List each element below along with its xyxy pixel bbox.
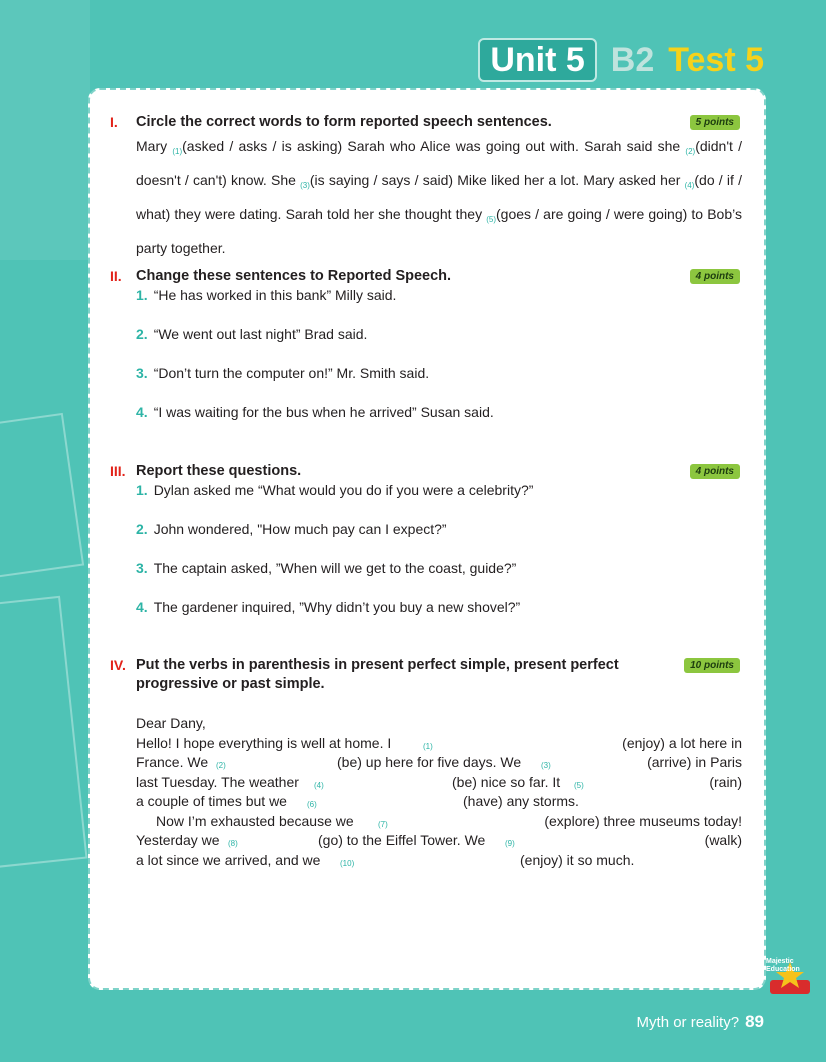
letter-text: Dear Dany, Hello! I hope everything is w… bbox=[136, 714, 742, 870]
points-badge: 4 points bbox=[689, 464, 740, 479]
points-badge: 10 points bbox=[684, 658, 740, 673]
test-sheet: I. Circle the correct words to form repo… bbox=[88, 88, 766, 990]
section-number: I. bbox=[110, 114, 118, 130]
section-heading: Report these questions. bbox=[136, 463, 302, 479]
list-item: 1. Dylan asked me “What would you do if y… bbox=[136, 482, 534, 498]
background-frame bbox=[0, 412, 85, 582]
section-3: III. Report these questions. 4 points 1.… bbox=[110, 463, 744, 623]
footer-title: Myth or reality? bbox=[636, 1014, 740, 1031]
section-heading-line-2: progressive or past simple. bbox=[136, 676, 325, 692]
letter-greeting: Dear Dany, bbox=[136, 715, 206, 731]
section-number: IV. bbox=[110, 657, 126, 673]
publisher-logo: Majestic Education bbox=[766, 958, 812, 996]
points-badge: 4 points bbox=[689, 269, 740, 284]
list-item: 4. “I was waiting for the bus when he arr… bbox=[136, 404, 494, 420]
points-badge: 5 points bbox=[689, 115, 740, 130]
list-item: 2. John wondered, "How much pay can I exp… bbox=[136, 521, 447, 537]
section-number: III. bbox=[110, 463, 126, 479]
list-item: 4. The gardener inquired, ”Why didn’t you… bbox=[136, 599, 521, 615]
list-item: 1. “He has worked in this bank” Milly sai… bbox=[136, 287, 397, 303]
blank-number: (10) bbox=[340, 858, 355, 868]
section-heading: Change these sentences to Reported Speec… bbox=[136, 268, 452, 284]
page-header: Unit 5 B2 Test 5 bbox=[478, 38, 764, 82]
list-item: 3. “Don’t turn the computer on!” Mr. Smit… bbox=[136, 365, 430, 381]
section-heading: Circle the correct words to form reporte… bbox=[136, 114, 552, 130]
logo-text: Majestic Education bbox=[766, 958, 800, 973]
page-number: 89 bbox=[745, 1012, 764, 1031]
section-number: II. bbox=[110, 268, 122, 284]
section-2: II. Change these sentences to Reported S… bbox=[110, 268, 744, 428]
level-label: B2 bbox=[610, 41, 655, 79]
background-panel bbox=[0, 0, 90, 260]
background-frame bbox=[0, 595, 88, 869]
list-item: 3. The captain asked, ”When will we get t… bbox=[136, 560, 517, 576]
section-4: IV. Put the verbs in parenthesis in pres… bbox=[110, 657, 744, 887]
exercise-paragraph: Mary (1)(asked / asks / is asking) Sarah… bbox=[136, 138, 743, 256]
section-1: I. Circle the correct words to form repo… bbox=[110, 114, 744, 256]
page-footer: Myth or reality? 89 bbox=[637, 1012, 764, 1032]
unit-badge: Unit 5 bbox=[478, 38, 597, 82]
list-item: 2. “We went out last night” Brad said. bbox=[136, 326, 368, 342]
section-heading: Put the verbs in parenthesis in present … bbox=[136, 657, 619, 673]
test-label: Test 5 bbox=[668, 41, 764, 79]
